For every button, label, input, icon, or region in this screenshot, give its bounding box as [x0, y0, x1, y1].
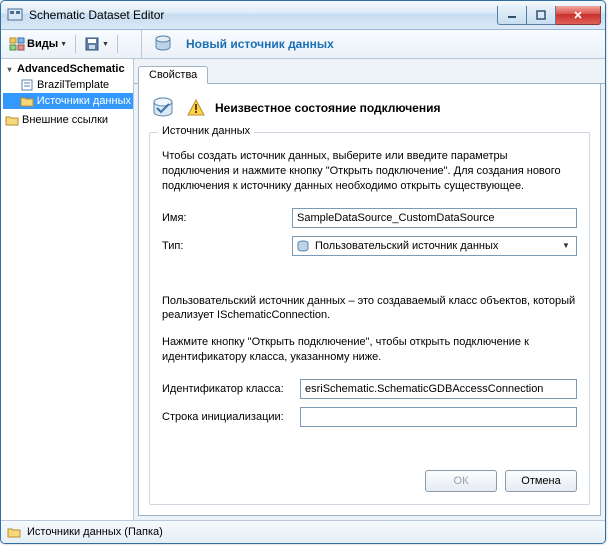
connection-status-icon: [149, 94, 177, 122]
row-init: Строка инициализации:: [162, 407, 577, 427]
open-desc: Нажмите кнопку "Открыть подключение", чт…: [162, 335, 577, 365]
database-icon: [296, 239, 310, 253]
body: ▾ AdvancedSchematic BrazilTemplate Источ…: [1, 59, 605, 520]
status-text: Источники данных (Папка): [27, 526, 163, 538]
chevron-down-icon: ▼: [60, 41, 67, 48]
type-label: Тип:: [162, 240, 292, 252]
classid-input[interactable]: [300, 379, 577, 399]
folder-icon: [7, 525, 21, 539]
tab-properties[interactable]: Свойства: [138, 66, 208, 84]
maximize-button[interactable]: [527, 6, 556, 25]
content-toolbar: Новый источник данных: [142, 32, 605, 56]
views-dropdown[interactable]: Виды ▼: [5, 32, 71, 56]
app-window: Schematic Dataset Editor Виды ▼: [0, 0, 606, 544]
datasource-group: Источник данных Чтобы создать источник д…: [149, 132, 590, 505]
tree-item-label: Источники данных: [37, 95, 131, 107]
name-input[interactable]: [292, 208, 577, 228]
tree-item-template[interactable]: BrazilTemplate: [3, 77, 133, 93]
warning-icon: [187, 99, 205, 117]
group-description: Чтобы создать источник данных, выберите …: [162, 149, 577, 194]
statusbar: Источники данных (Папка): [1, 520, 605, 543]
status-text: Неизвестное состояние подключения: [215, 101, 440, 115]
expander-collapse-icon[interactable]: ▾: [5, 65, 14, 74]
save-icon: [84, 36, 100, 52]
toolbars: Виды ▼ ▼ Новый источник данных: [1, 30, 605, 59]
sidebar: ▾ AdvancedSchematic BrazilTemplate Источ…: [1, 59, 134, 520]
row-classid: Идентификатор класса:: [162, 379, 577, 399]
chevron-down-icon: ▼: [102, 41, 109, 48]
custom-desc: Пользовательский источник данных – это с…: [162, 294, 577, 324]
tab-label: Свойства: [149, 69, 197, 81]
chevron-down-icon: ▼: [558, 241, 574, 250]
folder-open-icon: [20, 94, 34, 108]
separator: [117, 35, 118, 53]
tree-item-external[interactable]: Внешние ссылки: [3, 112, 133, 128]
group-title: Источник данных: [158, 125, 254, 137]
tree-item-label: BrazilTemplate: [37, 79, 109, 91]
views-label: Виды: [27, 38, 58, 50]
init-label: Строка инициализации:: [162, 411, 300, 423]
window-controls: [497, 6, 601, 25]
tree-root[interactable]: ▾ AdvancedSchematic: [3, 61, 133, 77]
save-button[interactable]: ▼: [80, 32, 113, 56]
sidebar-toolbar: Виды ▼ ▼: [1, 30, 142, 58]
tab-page: Неизвестное состояние подключения Источн…: [138, 84, 601, 516]
type-combobox[interactable]: Пользовательский источник данных ▼: [292, 236, 577, 256]
cancel-button[interactable]: Отмена: [505, 470, 577, 492]
app-icon: [7, 7, 23, 23]
classid-label: Идентификатор класса:: [162, 383, 300, 395]
row-type: Тип: Пользовательский источник данных ▼: [162, 236, 577, 256]
template-icon: [20, 78, 34, 92]
status-row: Неизвестное состояние подключения: [149, 92, 590, 126]
tree-item-label: Внешние ссылки: [22, 114, 108, 126]
name-label: Имя:: [162, 212, 292, 224]
tree-item-datasources[interactable]: Источники данных: [3, 93, 133, 109]
tabstrip: Свойства: [134, 62, 605, 84]
new-datasource-link[interactable]: Новый источник данных: [186, 37, 334, 51]
close-button[interactable]: [556, 6, 601, 25]
type-value: Пользовательский источник данных: [315, 240, 553, 252]
separator: [75, 35, 76, 53]
titlebar: Schematic Dataset Editor: [1, 1, 605, 30]
datasource-icon: [152, 33, 174, 55]
init-input[interactable]: [300, 407, 577, 427]
window-title: Schematic Dataset Editor: [29, 8, 497, 22]
content-area: Свойства Неизвестное состояние подключен…: [134, 59, 605, 520]
ok-button[interactable]: ОК: [425, 470, 497, 492]
datasource-icon-button[interactable]: [148, 32, 178, 56]
folder-icon: [5, 113, 19, 127]
minimize-button[interactable]: [497, 6, 527, 25]
row-name: Имя:: [162, 208, 577, 228]
tree-root-label: AdvancedSchematic: [17, 63, 125, 75]
tree: ▾ AdvancedSchematic BrazilTemplate Источ…: [1, 59, 133, 130]
dialog-buttons: ОК Отмена: [162, 462, 577, 492]
views-icon: [9, 36, 25, 52]
